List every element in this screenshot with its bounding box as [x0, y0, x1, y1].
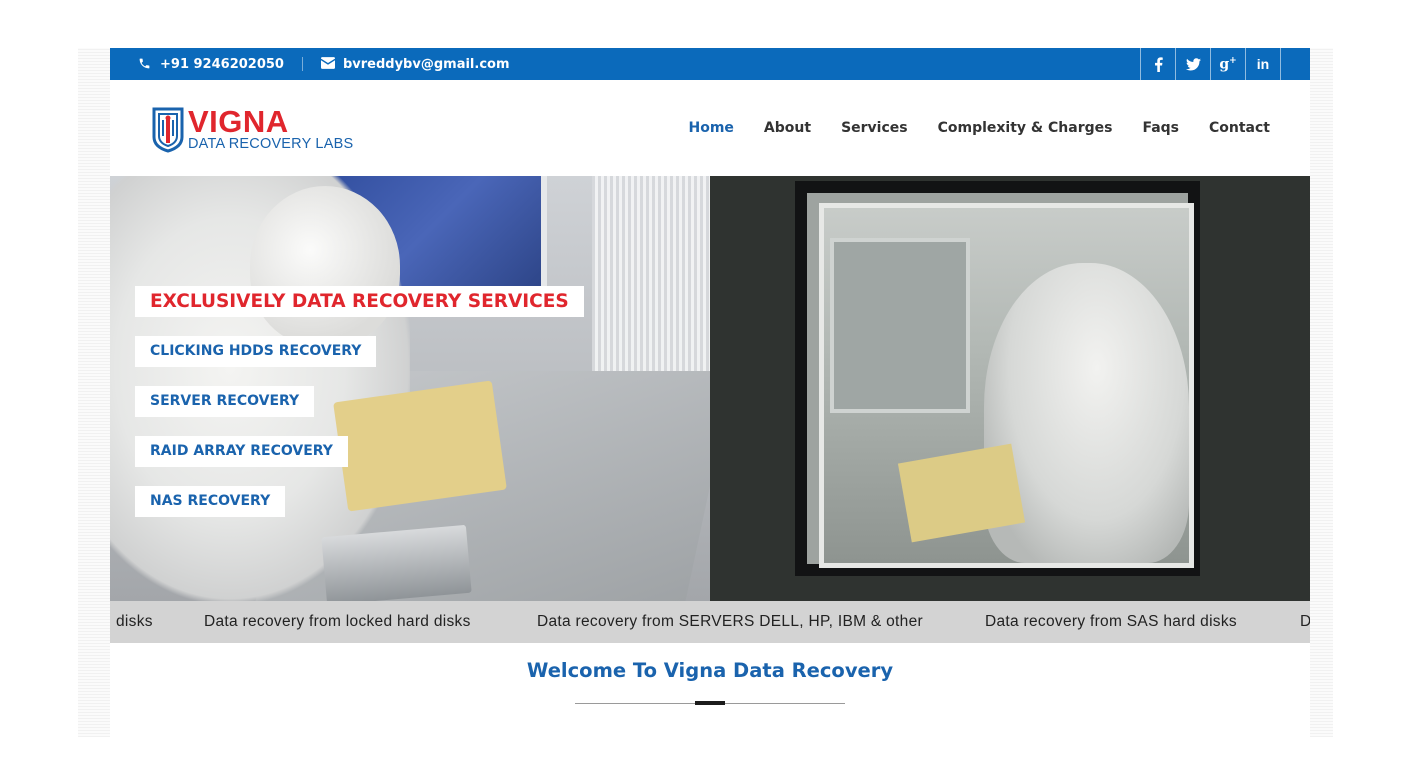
hero-photo-hard-disk: [321, 524, 472, 601]
section-divider-accent: [695, 701, 725, 705]
envelope-icon: [320, 57, 335, 71]
social-links: g+ in: [1140, 48, 1281, 80]
linkedin-icon[interactable]: in: [1245, 48, 1281, 80]
hero-photo-fixture: [333, 380, 507, 512]
twitter-icon[interactable]: [1175, 48, 1210, 80]
nav-contact[interactable]: Contact: [1209, 120, 1270, 136]
phone-number[interactable]: +91 9246202050: [160, 57, 284, 72]
nav-complexity-charges[interactable]: Complexity & Charges: [938, 120, 1113, 136]
main-nav: Home About Services Complexity & Charges…: [659, 80, 1271, 176]
welcome-title: Welcome To Vigna Data Recovery: [526, 659, 894, 682]
top-bar: +91 9246202050 bvreddybv@gmail.com g+ in: [110, 48, 1310, 80]
marquee-item: Data recovery from SAS hard disks: [985, 613, 1237, 630]
google-plus-icon[interactable]: g+: [1210, 48, 1245, 80]
phone-icon: [138, 57, 152, 71]
site-logo[interactable]: VIGNA DATA RECOVERY LABS: [152, 104, 354, 153]
marquee-item: D: [1300, 613, 1310, 630]
hero-headline: EXCLUSIVELY DATA RECOVERY SERVICES: [135, 286, 584, 317]
site-container: +91 9246202050 bvreddybv@gmail.com g+ in: [110, 48, 1310, 737]
contact-info: +91 9246202050 bvreddybv@gmail.com: [138, 48, 510, 80]
section-divider: [575, 701, 845, 705]
hero-item-nas-recovery[interactable]: NAS RECOVERY: [135, 486, 286, 517]
hero-item-raid-recovery[interactable]: RAID ARRAY RECOVERY: [135, 436, 348, 467]
site-header: VIGNA DATA RECOVERY LABS Home About Serv…: [110, 80, 1310, 176]
hero-photo-window-frame: [795, 181, 1200, 576]
marquee-item: Data recovery from SERVERS DELL, HP, IBM…: [537, 613, 923, 630]
logo-tagline: DATA RECOVERY LABS: [188, 136, 354, 153]
facebook-icon[interactable]: [1140, 48, 1175, 80]
marquee-item: Data recovery from locked hard disks: [204, 613, 471, 630]
vigna-logo-icon: [152, 107, 184, 153]
nav-services[interactable]: Services: [841, 120, 908, 136]
services-marquee: disks Data recovery from locked hard dis…: [110, 601, 1310, 643]
email-address[interactable]: bvreddybv@gmail.com: [343, 57, 510, 72]
logo-name: VIGNA: [188, 104, 289, 140]
hero-photo-technician-hood: [250, 186, 400, 346]
hero-photo-cleanroom-right: [710, 176, 1310, 601]
contact-divider: [301, 57, 303, 71]
nav-home[interactable]: Home: [689, 120, 734, 136]
hero-item-clicking-hdds[interactable]: CLICKING HDDS RECOVERY: [135, 336, 377, 367]
nav-about[interactable]: About: [764, 120, 811, 136]
hero-item-server-recovery[interactable]: SERVER RECOVERY: [135, 386, 315, 417]
welcome-section: Welcome To Vigna Data Recovery: [110, 643, 1310, 737]
hero-photo-inner-window: [830, 238, 970, 413]
nav-faqs[interactable]: Faqs: [1142, 120, 1179, 136]
marquee-item: disks: [116, 613, 153, 630]
hero-photo-window-glass: [819, 203, 1194, 568]
hero-slider: EXCLUSIVELY DATA RECOVERY SERVICES CLICK…: [110, 176, 1310, 601]
